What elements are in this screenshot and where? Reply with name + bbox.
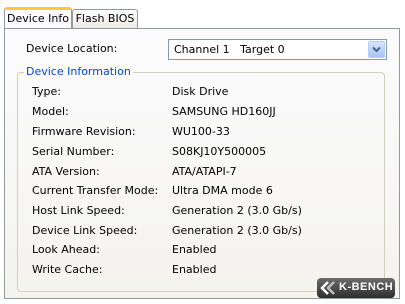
chevron-down-icon xyxy=(372,46,381,53)
device-location-value: Channel 1 Target 0 xyxy=(174,43,285,56)
tab-device-info-label: Device Info xyxy=(7,12,69,25)
info-label: Serial Number: xyxy=(32,145,115,158)
info-row-transfer-mode: Current Transfer Mode: Ultra DMA mode 6 xyxy=(32,183,273,199)
info-value: Ultra DMA mode 6 xyxy=(172,184,273,197)
info-label: Model: xyxy=(32,105,69,118)
device-info-panel: Device Location: Channel 1 Target 0 Devi… xyxy=(4,28,400,299)
info-value: S08KJ10Y500005 xyxy=(172,145,267,158)
info-label: Write Cache: xyxy=(32,263,103,276)
info-row-firmware: Firmware Revision: WU100-33 xyxy=(32,124,230,140)
info-row-type: Type: Disk Drive xyxy=(32,84,228,100)
device-information-group: Device Information Type: Disk Drive Mode… xyxy=(17,65,385,292)
info-row-serial: Serial Number: S08KJ10Y500005 xyxy=(32,144,266,160)
info-label: ATA Version: xyxy=(32,165,100,178)
info-row-look-ahead: Look Ahead: Enabled xyxy=(32,242,216,258)
info-label: Look Ahead: xyxy=(32,243,100,256)
info-value: SAMSUNG HD160JJ xyxy=(172,105,276,118)
info-label: Firmware Revision: xyxy=(32,125,136,138)
dropdown-button[interactable] xyxy=(368,41,385,58)
info-row-device-link: Device Link Speed: Generation 2 (3.0 Gb/… xyxy=(32,223,302,239)
device-location-label: Device Location: xyxy=(26,42,118,55)
tab-device-info[interactable]: Device Info xyxy=(4,7,72,28)
info-label: Host Link Speed: xyxy=(32,204,125,217)
info-row-write-cache: Write Cache: Enabled xyxy=(32,262,216,278)
group-title: Device Information xyxy=(24,65,133,78)
info-row-ata-version: ATA Version: ATA/ATAPI-7 xyxy=(32,164,237,180)
info-label: Device Link Speed: xyxy=(32,224,138,237)
tab-flash-bios-label: Flash BIOS xyxy=(75,12,135,25)
k-bench-logo: K-BENCH xyxy=(317,278,395,298)
info-value: Enabled xyxy=(172,243,217,256)
tab-flash-bios[interactable]: Flash BIOS xyxy=(72,9,138,28)
info-value: WU100-33 xyxy=(172,125,230,138)
device-location-select[interactable]: Channel 1 Target 0 xyxy=(168,39,387,60)
info-value: ATA/ATAPI-7 xyxy=(172,165,237,178)
info-value: Disk Drive xyxy=(172,85,229,98)
k-bench-logo-text: K-BENCH xyxy=(339,281,394,293)
info-value: Enabled xyxy=(172,263,217,276)
info-label: Type: xyxy=(32,85,61,98)
info-value: Generation 2 (3.0 Gb/s) xyxy=(172,224,302,237)
info-value: Generation 2 (3.0 Gb/s) xyxy=(172,204,302,217)
info-label: Current Transfer Mode: xyxy=(32,184,159,197)
info-row-model: Model: SAMSUNG HD160JJ xyxy=(32,104,276,120)
k-bench-logo-mark-icon xyxy=(320,281,335,295)
info-row-host-link: Host Link Speed: Generation 2 (3.0 Gb/s) xyxy=(32,203,302,219)
